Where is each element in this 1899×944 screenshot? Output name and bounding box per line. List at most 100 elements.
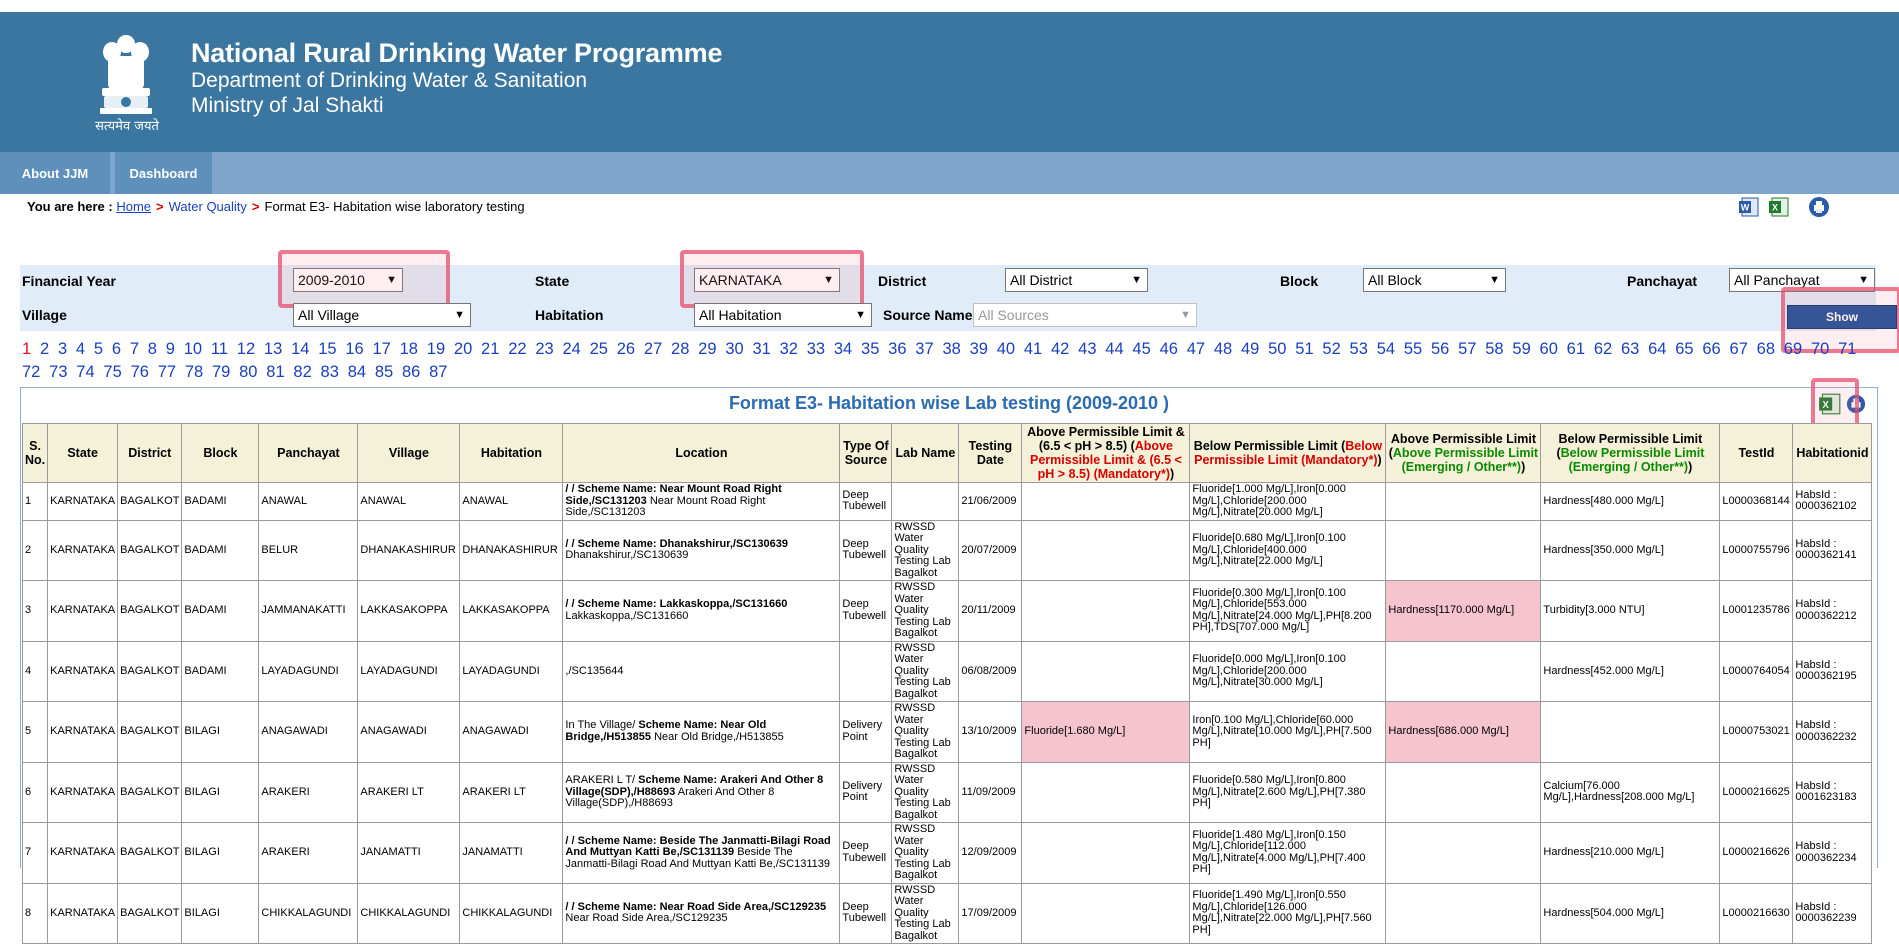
page-link[interactable]: 76 [131, 363, 149, 381]
page-link[interactable]: 68 [1757, 340, 1775, 358]
page-link[interactable]: 51 [1295, 340, 1313, 358]
page-link[interactable]: 67 [1730, 340, 1748, 358]
page-link[interactable]: 63 [1621, 340, 1639, 358]
page-link[interactable]: 32 [780, 340, 798, 358]
page-link[interactable]: 65 [1675, 340, 1693, 358]
page-link[interactable]: 21 [481, 340, 499, 358]
page-link[interactable]: 66 [1702, 340, 1720, 358]
page-link[interactable]: 14 [291, 340, 309, 358]
page-link[interactable]: 61 [1567, 340, 1585, 358]
page-link[interactable]: 53 [1350, 340, 1368, 358]
page-link[interactable]: 40 [997, 340, 1015, 358]
cell-block: BILAGI [181, 761, 260, 823]
page-link[interactable]: 80 [239, 363, 257, 381]
page-link[interactable]: 37 [915, 340, 933, 358]
page-link[interactable]: 15 [318, 340, 336, 358]
page-link[interactable]: 48 [1214, 340, 1232, 358]
page-link[interactable]: 10 [184, 340, 202, 358]
page-link[interactable]: 2 [40, 340, 49, 358]
page-link[interactable]: 70 [1811, 340, 1829, 358]
page-link[interactable]: 78 [185, 363, 203, 381]
page-link[interactable]: 31 [752, 340, 770, 358]
page-link[interactable]: 71 [1838, 340, 1856, 358]
page-link[interactable]: 17 [372, 340, 390, 358]
page-link[interactable]: 29 [698, 340, 716, 358]
excel-icon[interactable]: X [1768, 196, 1790, 218]
page-link[interactable]: 13 [264, 340, 282, 358]
breadcrumb-home-link[interactable]: Home [116, 199, 151, 214]
page-link[interactable]: 35 [861, 340, 879, 358]
page-link[interactable]: 60 [1540, 340, 1558, 358]
page-link[interactable]: 85 [375, 363, 393, 381]
page-link[interactable]: 6 [112, 340, 121, 358]
page-link[interactable]: 77 [158, 363, 176, 381]
page-link[interactable]: 57 [1458, 340, 1476, 358]
page-link[interactable]: 50 [1268, 340, 1286, 358]
page-link[interactable]: 20 [454, 340, 472, 358]
page-link[interactable]: 8 [148, 340, 157, 358]
nav-about-jjm[interactable]: About JJM [0, 152, 110, 194]
page-link[interactable]: 1 [22, 340, 31, 358]
page-link[interactable]: 54 [1377, 340, 1395, 358]
page-link[interactable]: 74 [76, 363, 94, 381]
page-link[interactable]: 27 [644, 340, 662, 358]
page-link[interactable]: 87 [429, 363, 447, 381]
page-link[interactable]: 49 [1241, 340, 1259, 358]
page-link[interactable]: 56 [1431, 340, 1449, 358]
page-link[interactable]: 39 [970, 340, 988, 358]
page-link[interactable]: 79 [212, 363, 230, 381]
word-icon[interactable]: W [1738, 196, 1760, 218]
page-link[interactable]: 46 [1160, 340, 1178, 358]
page-link[interactable]: 47 [1187, 340, 1205, 358]
page-link[interactable]: 36 [888, 340, 906, 358]
page-link[interactable]: 4 [76, 340, 85, 358]
page-link[interactable]: 84 [348, 363, 366, 381]
page-link[interactable]: 16 [345, 340, 363, 358]
page-link[interactable]: 83 [321, 363, 339, 381]
page-link[interactable]: 24 [562, 340, 580, 358]
page-link[interactable]: 25 [590, 340, 608, 358]
breadcrumb-water-quality-link[interactable]: Water Quality [169, 199, 247, 214]
print-icon[interactable] [1808, 196, 1830, 218]
page-link[interactable]: 9 [166, 340, 175, 358]
page-link[interactable]: 28 [671, 340, 689, 358]
page-link[interactable]: 81 [266, 363, 284, 381]
page-link[interactable]: 55 [1404, 340, 1422, 358]
page-link[interactable]: 34 [834, 340, 852, 358]
page-link[interactable]: 43 [1078, 340, 1096, 358]
page-link[interactable]: 73 [49, 363, 67, 381]
page-link[interactable]: 3 [58, 340, 67, 358]
page-link[interactable]: 19 [427, 340, 445, 358]
page-link[interactable]: 72 [22, 363, 40, 381]
page-link[interactable]: 26 [617, 340, 635, 358]
page-link[interactable]: 62 [1594, 340, 1612, 358]
page-link[interactable]: 38 [942, 340, 960, 358]
page-link[interactable]: 18 [400, 340, 418, 358]
page-link[interactable]: 44 [1105, 340, 1123, 358]
page-link[interactable]: 52 [1322, 340, 1340, 358]
page-link[interactable]: 33 [807, 340, 825, 358]
village-select[interactable]: All Village ▼ [293, 303, 471, 327]
page-link[interactable]: 58 [1485, 340, 1503, 358]
page-link[interactable]: 64 [1648, 340, 1666, 358]
page-link[interactable]: 75 [103, 363, 121, 381]
page-link[interactable]: 30 [725, 340, 743, 358]
page-link[interactable]: 59 [1512, 340, 1530, 358]
page-link[interactable]: 23 [535, 340, 553, 358]
page-link[interactable]: 45 [1132, 340, 1150, 358]
page-link[interactable]: 12 [237, 340, 255, 358]
page-link[interactable]: 7 [130, 340, 139, 358]
page-link[interactable]: 41 [1024, 340, 1042, 358]
page-link[interactable]: 69 [1784, 340, 1802, 358]
page-link[interactable]: 86 [402, 363, 420, 381]
page-link[interactable]: 22 [508, 340, 526, 358]
page-link[interactable]: 5 [94, 340, 103, 358]
block-select[interactable]: All Block ▼ [1363, 268, 1506, 292]
page-link[interactable]: 42 [1051, 340, 1069, 358]
habitation-select[interactable]: All Habitation ▼ [694, 303, 872, 327]
page-link[interactable]: 11 [211, 340, 228, 358]
page-link[interactable]: 82 [293, 363, 311, 381]
district-select[interactable]: All District ▼ [1005, 268, 1148, 292]
nav-dashboard[interactable]: Dashboard [115, 152, 212, 194]
source-name-select[interactable]: All Sources ▼ [973, 303, 1197, 327]
